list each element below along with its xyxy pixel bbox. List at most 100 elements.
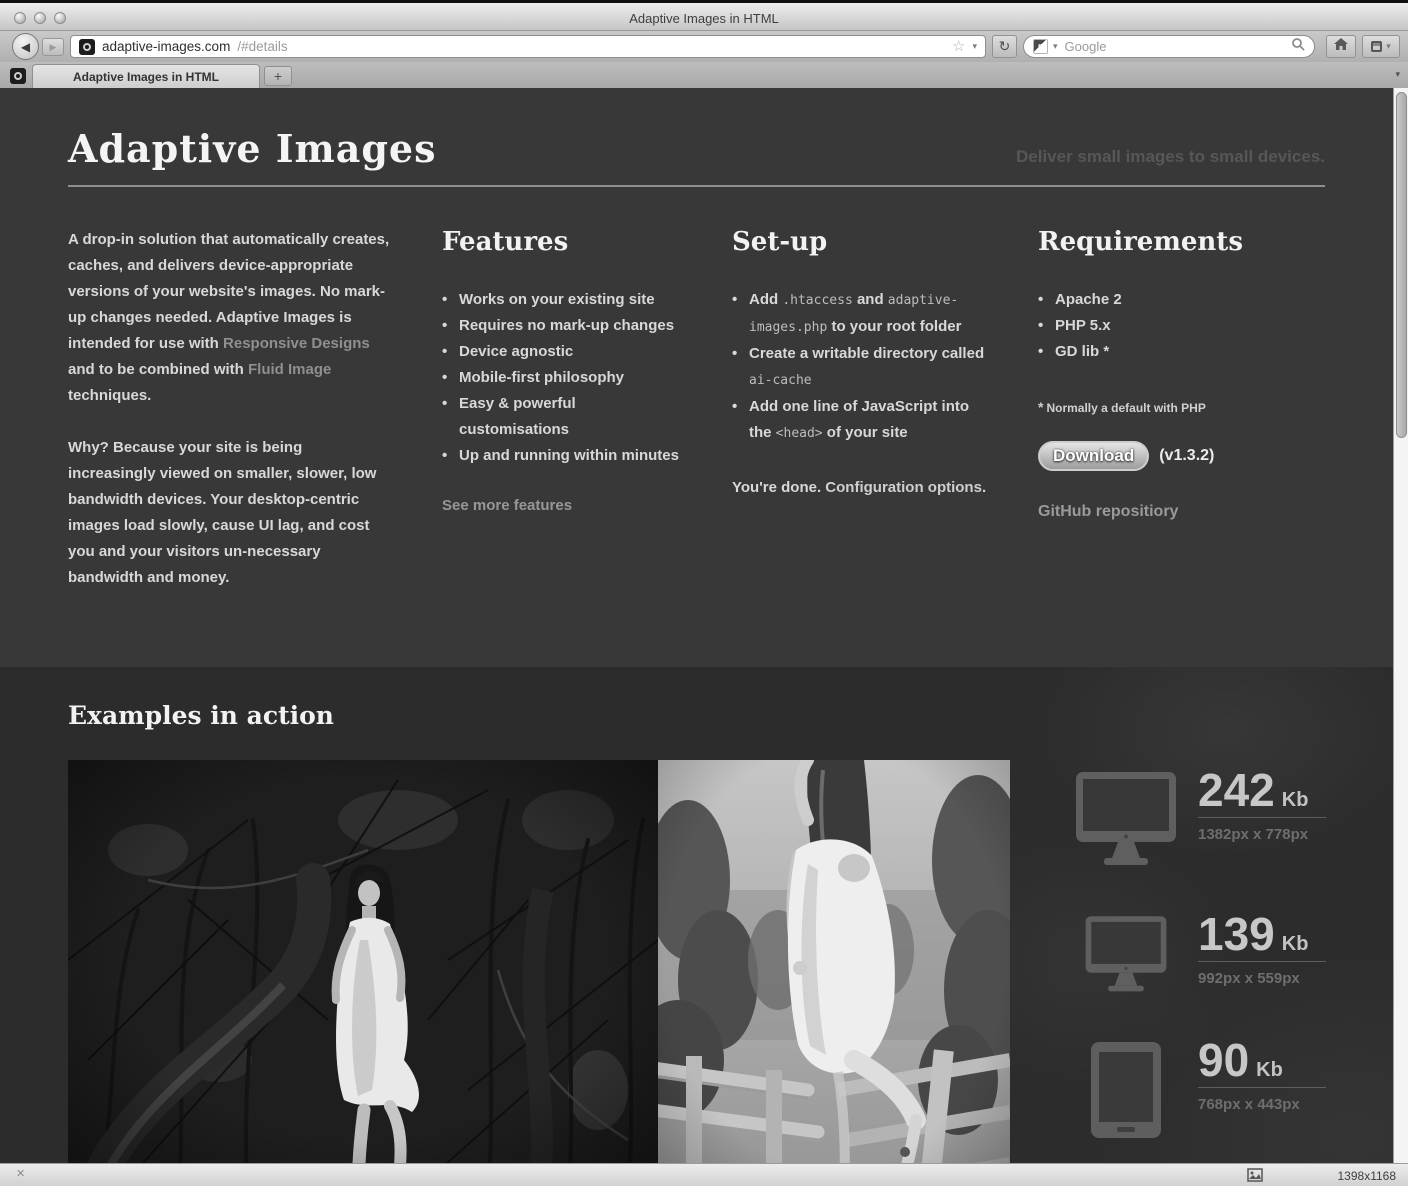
new-tab-button[interactable]: + [264,66,292,86]
list-item: Up and running within minutes [442,443,684,469]
features-list: Works on your existing site Requires no … [442,287,684,469]
setup-column: Set-up Add .htaccess and adaptive-images… [732,227,988,617]
list-item: Requires no mark-up changes [442,313,684,339]
tab-bar: Adaptive Images in HTML + ▾ [0,62,1408,89]
download-row: Download (v1.3.2) [1038,441,1292,471]
search-bar[interactable]: g ▾ [1023,35,1315,58]
address-bar[interactable]: adaptive-images.com /#details ☆ ▾ [70,35,986,58]
stat-size-row: 139 Kb [1198,914,1326,962]
stat-unit: Kb [1282,789,1309,812]
ai-cache-code: ai-cache [749,373,812,388]
tab-title: Adaptive Images in HTML [73,70,219,84]
list-item: PHP 5.x [1038,313,1292,339]
setup-text: of your site [823,424,908,441]
intro-paragraph-2: Why? Because your site is being increasi… [68,435,390,591]
forward-button[interactable]: ▶ [42,38,64,56]
stat-unit: Kb [1256,1059,1283,1082]
panel-icon [1371,41,1382,52]
search-input[interactable] [1063,38,1286,55]
setup-text: and [853,291,888,308]
tab-adaptive-images[interactable]: Adaptive Images in HTML [32,64,260,88]
scrollbar-thumb[interactable] [1396,92,1407,438]
stat-desktop-large: 242 Kb 1382px x 778px [1074,770,1326,870]
url-fragment: /#details [237,39,287,54]
intro-paragraph-1: A drop-in solution that automatically cr… [68,227,390,409]
window-title: Adaptive Images in HTML [0,11,1408,26]
reload-icon: ↻ [999,38,1011,55]
bookmarks-panel-button[interactable]: ▾ [1362,35,1400,58]
small-monitor-icon [1074,914,1178,996]
stat-size: 90 [1198,1040,1249,1081]
setup-text: Add [749,291,782,308]
list-item: Add one line of JavaScript into the <hea… [732,394,988,447]
stat-text: 90 Kb 768px x 443px [1198,1040,1326,1113]
columns-row: A drop-in solution that automatically cr… [68,227,1325,617]
fluid-image-link[interactable]: Fluid Image [248,361,331,378]
header-row: Adaptive Images Deliver small images to … [68,126,1325,187]
list-item: Device agnostic [442,339,684,365]
stat-dimensions: 768px x 443px [1198,1096,1326,1113]
plus-icon: + [274,68,282,84]
stat-unit: Kb [1282,933,1309,956]
download-button[interactable]: Download [1038,441,1149,471]
intro-column: A drop-in solution that automatically cr… [68,227,390,617]
magnifier-icon[interactable] [1291,37,1305,56]
site-favicon [79,39,95,55]
stat-size: 242 [1198,770,1275,811]
page-viewport: Adaptive Images Deliver small images to … [0,88,1408,1163]
example-photo-fence [658,760,1010,1163]
resolution-readout: 1398x1168 [1338,1169,1397,1183]
requirements-heading: Requirements [1038,227,1292,257]
url-host: adaptive-images.com [102,39,230,54]
home-button[interactable] [1326,35,1356,58]
examples-row: 242 Kb 1382px x 778px [68,760,1325,1163]
back-icon: ◀ [21,40,30,54]
examples-section: Examples in action [0,667,1393,1163]
setup-heading: Set-up [732,227,988,257]
list-all-tabs-icon[interactable]: ▾ [1395,70,1400,79]
desktop-monitor-icon [1074,770,1178,870]
resolution-meter-icon [1247,1168,1263,1186]
title-bar: Adaptive Images in HTML [0,0,1408,31]
reload-button[interactable]: ↻ [992,35,1017,58]
footnote-star: * [1038,399,1043,415]
status-bar: ✕ 1398x1168 [0,1163,1408,1186]
done-text: You're done. [732,479,825,496]
stat-size: 139 [1198,914,1275,955]
stat-dimensions: 1382px x 778px [1198,826,1326,843]
intro-text: and to be combined with [68,361,248,378]
google-logo-icon: g [1033,39,1048,54]
setup-text: to your root folder [827,318,961,335]
done-text: . [982,479,986,496]
list-item: GD lib * [1038,339,1292,365]
examples-heading: Examples in action [68,701,1325,730]
see-more-features-link[interactable]: See more features [442,497,572,514]
features-heading: Features [442,227,684,257]
intro-text: A drop-in solution that automatically cr… [68,231,389,352]
bookmark-star-icon[interactable]: ☆ [952,39,965,54]
example-photo-forest [68,760,658,1163]
back-button[interactable]: ◀ [12,33,39,60]
scrollbar-track[interactable] [1393,88,1408,1163]
responsive-designs-link[interactable]: Responsive Designs [223,335,370,352]
hero-section: Adaptive Images Deliver small images to … [0,88,1393,667]
setup-text: Create a writable directory called [749,345,984,362]
app-tab[interactable] [5,66,31,86]
stat-text: 139 Kb 992px x 559px [1198,914,1326,987]
browser-window: Adaptive Images in HTML ◀ ▶ adaptive-ima… [0,0,1408,1186]
features-column: Features Works on your existing site Req… [442,227,684,617]
intro-text: techniques. [68,387,151,404]
github-repository-link[interactable]: GitHub repositiory [1038,503,1178,521]
head-tag-code: <head> [776,426,823,441]
tablet-icon [1074,1040,1178,1140]
tagline: Deliver small images to small devices. [1016,147,1325,167]
stat-text: 242 Kb 1382px x 778px [1198,770,1326,843]
configuration-options-link[interactable]: Configuration options [825,479,982,496]
search-engine-dropdown-icon[interactable]: ▾ [1053,42,1058,51]
stat-desktop-small: 139 Kb 992px x 559px [1074,914,1326,996]
requirements-list: Apache 2 PHP 5.x GD lib * [1038,287,1292,365]
address-dropdown-icon[interactable]: ▾ [972,42,977,51]
stat-tablet: 90 Kb 768px x 443px [1074,1040,1326,1140]
navigation-bar: ◀ ▶ adaptive-images.com /#details ☆ ▾ ↻ … [0,31,1408,63]
close-addon-bar-icon[interactable]: ✕ [16,1169,25,1180]
